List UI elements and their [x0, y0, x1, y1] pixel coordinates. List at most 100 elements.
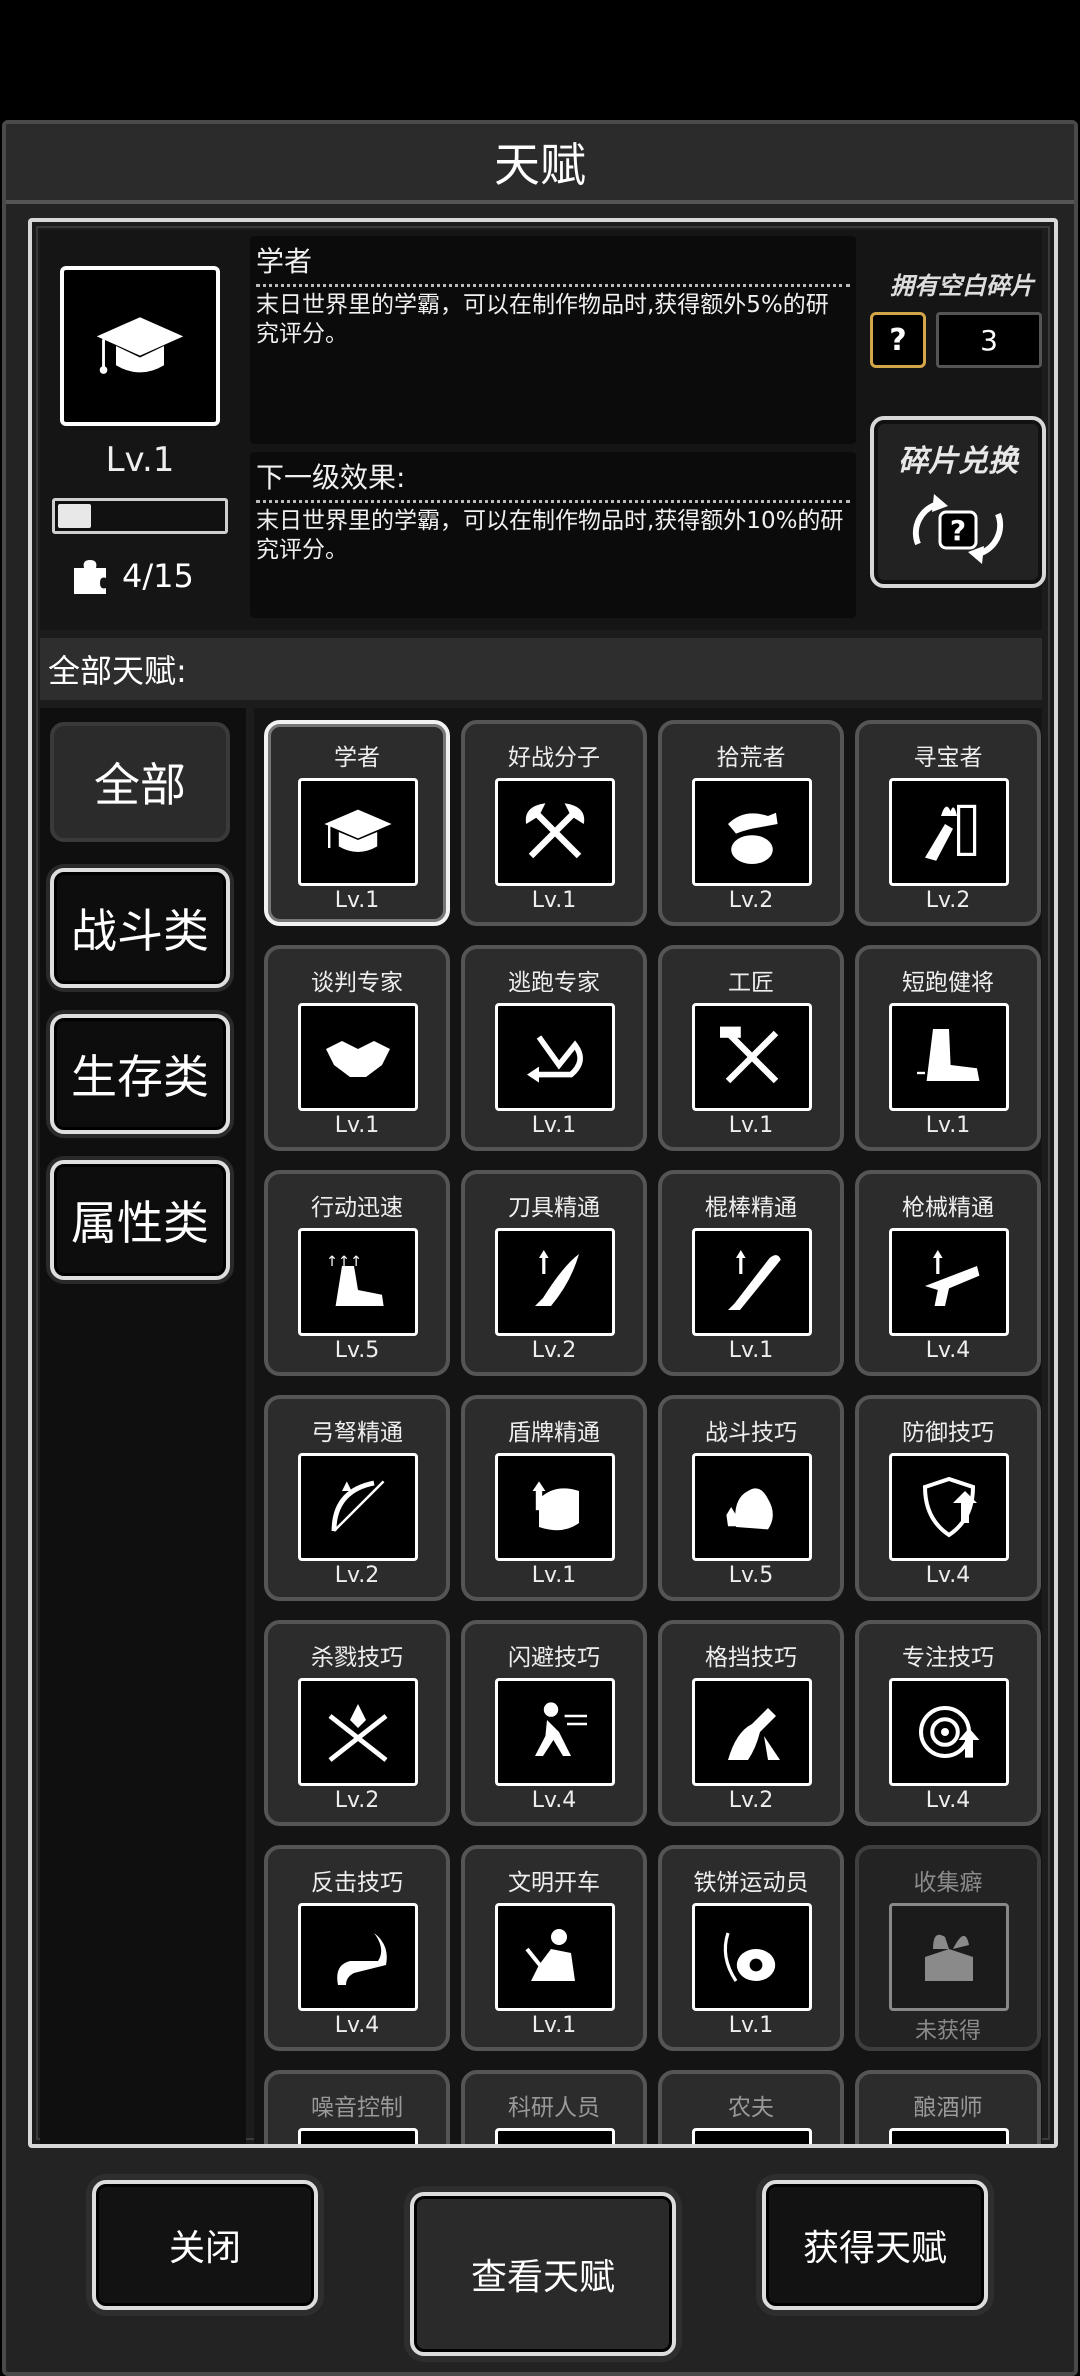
driver-icon [495, 1903, 615, 2011]
blank-fragment-label: 拥有空白碎片 [890, 272, 1034, 300]
talent-tile[interactable]: 酿酒师 [855, 2070, 1041, 2144]
flex-arm-icon [692, 1453, 812, 1561]
talent-tile[interactable]: 学者 Lv.1 [264, 720, 450, 926]
talent-name: 铁饼运动员 [693, 1870, 809, 1896]
talent-panel: Lv.1 4/15 学者 末日世界里的学霸，可以在制作物品时,获得额外5%的研究… [28, 218, 1058, 2148]
talent-level: Lv.2 [925, 888, 971, 913]
talent-level: Lv.1 [531, 2013, 577, 2038]
talent-level: Lv.1 [531, 888, 577, 913]
talent-tile[interactable]: 谈判专家 Lv.1 [264, 945, 450, 1151]
talent-grid: 学者 Lv.1 好战分子 Lv.1 拾荒者 Lv.2 寻宝者 Lv.2 谈判专家 Lv.1 逃跑专家… [254, 708, 1042, 2144]
talent-level: Lv.1 [728, 2013, 774, 2038]
graduation-cap-icon [298, 778, 418, 886]
talent-tile[interactable]: 枪械精通 Lv.4 [855, 1170, 1041, 1376]
exchange-icon: ? [912, 494, 1004, 564]
category-sidebar: 全部 战斗类 生存类 属性类 [40, 708, 246, 2144]
talent-name: 反击技巧 [311, 1870, 403, 1896]
bottom-button-bar: 关闭 查看天赋 获得天赋 [6, 2152, 1074, 2372]
all-talents-label: 全部天赋: [40, 638, 1042, 700]
category-all-tab[interactable]: 全部 [50, 722, 230, 842]
talent-tile[interactable]: 噪音控制 [264, 2070, 450, 2144]
talent-level: Lv.1 [728, 1338, 774, 1363]
talent-level: Lv.2 [531, 1338, 577, 1363]
talent-tile[interactable]: 科研人员 [461, 2070, 647, 2144]
sprint-boot-icon [889, 1003, 1009, 1111]
noise-icon [298, 2128, 418, 2144]
talent-tile[interactable]: 闪避技巧 Lv.4 [461, 1620, 647, 1826]
counter-claw-icon [298, 1903, 418, 2011]
talent-name: 谈判专家 [311, 970, 403, 996]
talent-name: 好战分子 [508, 745, 600, 771]
svg-text:?: ? [950, 514, 966, 547]
status-bar-area [0, 0, 1080, 120]
current-effect-box: 学者 末日世界里的学霸，可以在制作物品时,获得额外5%的研究评分。 [250, 236, 856, 444]
category-survival-tab[interactable]: 生存类 [50, 1014, 230, 1134]
talent-level: Lv.4 [925, 1788, 971, 1813]
discus-icon [692, 1903, 812, 2011]
talent-tile[interactable]: 刀具精通 Lv.2 [461, 1170, 647, 1376]
talent-tile[interactable]: 工匠 Lv.1 [658, 945, 844, 1151]
gun-icon [889, 1228, 1009, 1336]
talent-tile[interactable]: 行动迅速 ↑↑↑ Lv.5 [264, 1170, 450, 1376]
talent-level: Lv.5 [728, 1563, 774, 1588]
experience-bar [52, 498, 228, 534]
talent-name: 工匠 [728, 970, 774, 996]
talent-name: 酿酒师 [913, 2095, 983, 2121]
talent-tile[interactable]: 格挡技巧 Lv.2 [658, 1620, 844, 1826]
talent-tile[interactable]: 拾荒者 Lv.2 [658, 720, 844, 926]
talent-tile[interactable]: 盾牌精通 Lv.1 [461, 1395, 647, 1601]
talent-level: Lv.1 [531, 1563, 577, 1588]
talent-name: 专注技巧 [902, 1645, 994, 1671]
talent-tile[interactable]: 文明开车 Lv.1 [461, 1845, 647, 2051]
shield-gauntlet-icon [495, 1453, 615, 1561]
talent-name: 学者 [334, 745, 380, 771]
talent-tile[interactable]: 杀戮技巧 Lv.2 [264, 1620, 450, 1826]
fragment-exchange-button[interactable]: 碎片兑换 ? [870, 416, 1046, 588]
view-talent-button[interactable]: 查看天赋 [410, 2192, 676, 2356]
talent-tile[interactable]: 战斗技巧 Lv.5 [658, 1395, 844, 1601]
farmer-icon [692, 2128, 812, 2144]
dialog-title: 天赋 [6, 124, 1074, 204]
talent-name: 噪音控制 [311, 2095, 403, 2121]
question-icon: ? [870, 312, 926, 368]
selected-talent-icon [60, 266, 220, 426]
talent-tile[interactable]: 专注技巧 Lv.4 [855, 1620, 1041, 1826]
block-icon [692, 1678, 812, 1786]
talent-tile[interactable]: 短跑健将 Lv.1 [855, 945, 1041, 1151]
puzzle-piece-icon [74, 560, 106, 594]
category-combat-tab[interactable]: 战斗类 [50, 868, 230, 988]
talent-name: 闪避技巧 [508, 1645, 600, 1671]
close-button[interactable]: 关闭 [92, 2180, 318, 2310]
talent-dialog: 天赋 Lv.1 4/15 学者 末日世界里的学霸，可以在制作物品时,获得额外5%… [2, 120, 1078, 2376]
talent-name: 战斗技巧 [705, 1420, 797, 1446]
talent-tile[interactable]: 弓弩精通 Lv.2 [264, 1395, 450, 1601]
brew-icon [889, 2128, 1009, 2144]
talent-name: 文明开车 [508, 1870, 600, 1896]
treasure-hunt-icon [889, 778, 1009, 886]
talent-name: 农夫 [728, 2095, 774, 2121]
talent-level: Lv.4 [334, 2013, 380, 2038]
talent-level: Lv.2 [728, 1788, 774, 1813]
bow-icon [298, 1453, 418, 1561]
category-attribute-tab[interactable]: 属性类 [50, 1160, 230, 1280]
talent-tile[interactable]: 寻宝者 Lv.2 [855, 720, 1041, 926]
svg-text:↑↑↑: ↑↑↑ [326, 1254, 362, 1270]
talent-level: Lv.4 [925, 1338, 971, 1363]
talent-level: Lv.2 [728, 888, 774, 913]
talent-level: Lv.1 [334, 888, 380, 913]
target-icon [889, 1678, 1009, 1786]
talent-tile[interactable]: 防御技巧 Lv.4 [855, 1395, 1041, 1601]
talent-tile[interactable]: 收集癖 未获得 [855, 1845, 1041, 2051]
talent-tile[interactable]: 好战分子 Lv.1 [461, 720, 647, 926]
talent-tile[interactable]: 逃跑专家 Lv.1 [461, 945, 647, 1151]
talent-level: Lv.1 [925, 1113, 971, 1138]
talent-level: Lv.2 [334, 1788, 380, 1813]
talent-name: 寻宝者 [913, 745, 983, 771]
exchange-label: 碎片兑换 [898, 444, 1018, 479]
talent-tile[interactable]: 农夫 [658, 2070, 844, 2144]
talent-name: 格挡技巧 [705, 1645, 797, 1671]
talent-tile[interactable]: 反击技巧 Lv.4 [264, 1845, 450, 2051]
talent-tile[interactable]: 棍棒精通 Lv.1 [658, 1170, 844, 1376]
obtain-talent-button[interactable]: 获得天赋 [762, 2180, 988, 2310]
talent-tile[interactable]: 铁饼运动员 Lv.1 [658, 1845, 844, 2051]
